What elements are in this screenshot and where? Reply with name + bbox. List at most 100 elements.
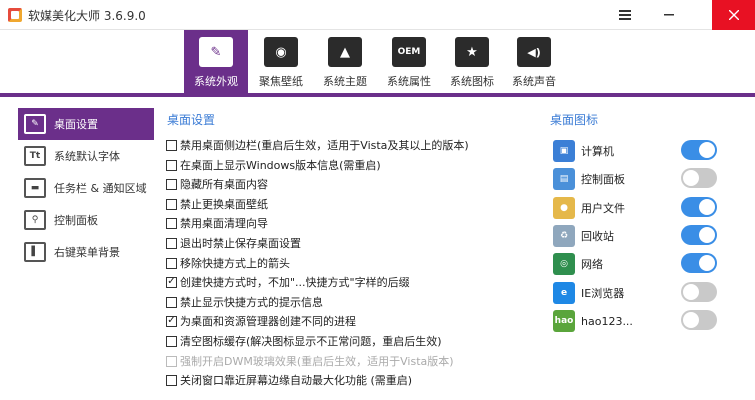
option-checkbox[interactable]: ✓	[166, 276, 177, 288]
option-checkbox[interactable]: ✓	[166, 315, 177, 327]
option-row[interactable]: ✓ 为桌面和资源管理器创建不同的进程	[166, 312, 356, 330]
control-panel-icon: ▤	[553, 168, 575, 190]
option-label: 关闭窗口靠近屏幕边缘自动最大化功能 (需重启)	[180, 374, 413, 387]
nav-divider	[0, 93, 755, 97]
option-label: 隐藏所有桌面内容	[180, 178, 268, 191]
option-checkbox[interactable]	[166, 296, 177, 308]
close-button[interactable]	[712, 0, 755, 30]
option-label: 创建快捷方式时，不加"...快捷方式"字样的后缀	[180, 276, 410, 289]
tab-system-theme[interactable]: ▲ 系统主题	[313, 30, 377, 93]
tab-label: 系统声音	[512, 75, 556, 88]
option-row[interactable]: 关闭窗口靠近屏幕边缘自动最大化功能 (需重启)	[166, 371, 412, 389]
desktop-icon-label: 回收站	[581, 230, 614, 243]
toggle-knob	[699, 227, 715, 243]
app-logo-icon	[8, 8, 22, 22]
minimize-icon	[664, 14, 674, 16]
minimize-button[interactable]	[653, 0, 685, 30]
desktop-icon-toggle[interactable]	[681, 225, 717, 245]
tshirt-icon: ▲	[328, 37, 362, 67]
option-label: 禁用桌面侧边栏(重启后生效，适用于Vista及其以上的版本)	[180, 139, 469, 152]
desktop-icon-label: 计算机	[581, 145, 614, 158]
sidebar-item-default-font[interactable]: Tt 系统默认字体	[18, 140, 154, 172]
desktop-icons-title: 桌面图标	[550, 113, 599, 127]
option-checkbox[interactable]	[166, 159, 177, 171]
sidebar-item-label: 右键菜单背景	[54, 246, 120, 259]
desktop-settings-title: 桌面设置	[167, 113, 216, 127]
desktop-icon-toggle[interactable]	[681, 140, 717, 160]
window-title: 软媒美化大师 3.6.9.0	[28, 9, 146, 23]
option-checkbox[interactable]	[166, 335, 177, 347]
sidebar-item-label: 桌面设置	[54, 118, 98, 131]
menu-button[interactable]	[609, 0, 641, 30]
option-checkbox[interactable]	[166, 257, 177, 269]
tab-label: 系统图标	[450, 75, 494, 88]
option-row[interactable]: 移除快捷方式上的箭头	[166, 254, 290, 272]
desktop-icon-row: ♻ 回收站	[553, 223, 723, 249]
sidebar-item-context-menu[interactable]: ▌ 右键菜单背景	[18, 236, 154, 268]
desktop-icon-row: ▣ 计算机	[553, 138, 723, 164]
sidebar-item-label: 系统默认字体	[54, 150, 120, 163]
option-label: 禁止更换桌面壁纸	[180, 198, 268, 211]
option-checkbox[interactable]	[166, 374, 177, 386]
top-navigation: ✎ 系统外观 ◉ 聚焦壁纸 ▲ 系统主题 OEM 系统属性 ★ 系统图标 ◀) …	[0, 30, 755, 95]
hamburger-icon	[619, 10, 631, 20]
desktop-icon-row: ◎ 网络	[553, 251, 723, 277]
option-checkbox[interactable]	[166, 178, 177, 190]
option-label: 退出时禁止保存桌面设置	[180, 237, 301, 250]
option-label: 为桌面和资源管理器创建不同的进程	[180, 315, 356, 328]
option-label: 移除快捷方式上的箭头	[180, 257, 290, 270]
toggle-knob	[699, 199, 715, 215]
sidebar-item-label: 控制面板	[54, 214, 98, 227]
option-label: 强制开启DWM玻璃效果(重启后生效，适用于Vista版本)	[180, 355, 454, 368]
title-bar: 软媒美化大师 3.6.9.0	[0, 0, 755, 30]
sidebar-item-label: 任务栏 & 通知区域	[54, 182, 147, 195]
option-checkbox[interactable]	[166, 139, 177, 151]
option-checkbox[interactable]	[166, 198, 177, 210]
desktop-icon-toggle[interactable]	[681, 197, 717, 217]
sidebar-item-taskbar[interactable]: ▬ 任务栏 & 通知区域	[18, 172, 154, 204]
option-label: 禁用桌面清理向导	[180, 217, 268, 230]
search-panel-icon: ⚲	[24, 210, 46, 230]
desktop-icon-label: 用户文件	[581, 202, 625, 215]
user-folder-icon: ●	[553, 197, 575, 219]
sidebar-item-control-panel[interactable]: ⚲ 控制面板	[18, 204, 154, 236]
network-icon: ◎	[553, 253, 575, 275]
font-icon: Tt	[24, 146, 46, 166]
computer-icon: ▣	[553, 140, 575, 162]
option-checkbox	[166, 355, 177, 367]
desktop-icon-toggle[interactable]	[681, 168, 717, 188]
tab-system-sounds[interactable]: ◀) 系统声音	[502, 30, 566, 93]
option-row[interactable]: 退出时禁止保存桌面设置	[166, 234, 301, 252]
option-row[interactable]: 禁用桌面清理向导	[166, 214, 268, 232]
close-icon	[728, 10, 739, 20]
desktop-icon-toggle[interactable]	[681, 310, 717, 330]
star-icon: ★	[455, 37, 489, 67]
option-row[interactable]: 禁止更换桌面壁纸	[166, 195, 268, 213]
sidebar-item-desktop-settings[interactable]: ✎ 桌面设置	[18, 108, 154, 140]
option-checkbox[interactable]	[166, 237, 177, 249]
tab-label: 系统属性	[387, 75, 431, 88]
tab-system-icons[interactable]: ★ 系统图标	[440, 30, 504, 93]
option-row[interactable]: 禁用桌面侧边栏(重启后生效，适用于Vista及其以上的版本)	[166, 136, 469, 154]
camera-icon: ◉	[264, 37, 298, 67]
option-row[interactable]: ✓ 创建快捷方式时，不加"...快捷方式"字样的后缀	[166, 273, 410, 291]
option-checkbox[interactable]	[166, 217, 177, 229]
toggle-knob	[683, 170, 699, 186]
option-label: 禁止显示快捷方式的提示信息	[180, 296, 323, 309]
toggle-knob	[699, 255, 715, 271]
option-row[interactable]: 隐藏所有桌面内容	[166, 175, 268, 193]
tab-system-properties[interactable]: OEM 系统属性	[377, 30, 441, 93]
tab-focus-wallpaper[interactable]: ◉ 聚焦壁纸	[249, 30, 313, 93]
option-row: 强制开启DWM玻璃效果(重启后生效，适用于Vista版本)	[166, 352, 454, 370]
desktop-icon-row: hao hao123...	[553, 308, 723, 334]
option-label: 清空图标缓存(解决图标显示不正常问题，重启后生效)	[180, 335, 442, 348]
option-label: 在桌面上显示Windows版本信息(需重启)	[180, 159, 381, 172]
option-row[interactable]: 禁止显示快捷方式的提示信息	[166, 293, 323, 311]
desktop-icon-toggle[interactable]	[681, 282, 717, 302]
desktop-icon-toggle[interactable]	[681, 253, 717, 273]
toggle-knob	[699, 142, 715, 158]
option-row[interactable]: 清空图标缓存(解决图标显示不正常问题，重启后生效)	[166, 332, 442, 350]
tab-system-appearance[interactable]: ✎ 系统外观	[184, 30, 248, 93]
tab-label: 系统主题	[323, 75, 367, 88]
option-row[interactable]: 在桌面上显示Windows版本信息(需重启)	[166, 156, 381, 174]
